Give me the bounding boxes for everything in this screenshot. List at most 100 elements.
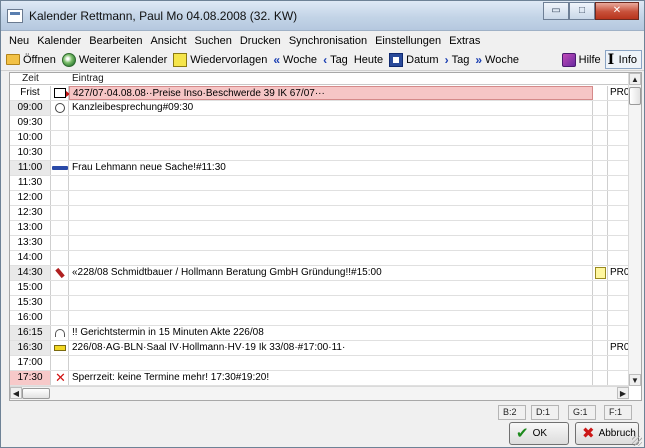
row-entry[interactable]: «228/08 Schmidtbauer / Hollmann Beratung… — [69, 266, 593, 280]
appointment-row[interactable]: 15:30 — [10, 296, 629, 311]
calendar-icon — [173, 52, 188, 67]
appointment-row[interactable]: 10:30 — [10, 146, 629, 161]
row-code — [608, 206, 629, 220]
menu-synchronisation[interactable]: Synchronisation — [285, 35, 371, 47]
appointment-row[interactable]: 14:00 — [10, 251, 629, 266]
day-back-button[interactable]: ‹ Tag — [321, 50, 352, 70]
row-entry[interactable] — [69, 281, 593, 295]
resubmissions-button[interactable]: Wiedervorlagen — [171, 50, 271, 70]
appointment-row[interactable]: 17:30 ✕ Sperrzeit: keine Termine mehr! 17:… — [10, 371, 629, 386]
resize-grip-icon[interactable] — [632, 436, 642, 446]
cancel-button[interactable]: ✖ Abbruch — [575, 422, 639, 445]
row-entry[interactable]: Sperrzeit: keine Termine mehr! 17:30#19:… — [69, 371, 593, 385]
row-entry[interactable]: 427/07·04.08.08··Preise Inso·Beschwerde … — [69, 86, 593, 100]
row-entry[interactable] — [69, 116, 593, 130]
row-entry[interactable] — [69, 236, 593, 250]
row-note-cell — [593, 356, 608, 370]
open-button[interactable]: Öffnen — [4, 50, 60, 70]
row-note-cell — [593, 131, 608, 145]
appointment-row[interactable]: 11:30 — [10, 176, 629, 191]
menu-ansicht[interactable]: Ansicht — [146, 35, 190, 47]
horizontal-scroll-thumb[interactable] — [22, 388, 50, 399]
appointment-row[interactable]: 17:00 — [10, 356, 629, 371]
row-entry[interactable] — [69, 251, 593, 265]
menu-suchen[interactable]: Suchen — [191, 35, 236, 47]
row-entry[interactable] — [69, 206, 593, 220]
appointment-row[interactable]: 12:00 — [10, 191, 629, 206]
red-x-icon: ✖ — [582, 425, 595, 442]
row-entry[interactable] — [69, 131, 593, 145]
appointment-row[interactable]: 13:00 — [10, 221, 629, 236]
row-time: 11:30 — [10, 176, 51, 190]
row-time: 16:30 — [10, 341, 51, 355]
scroll-right-button[interactable]: ▶ — [617, 387, 629, 399]
cancel-label: Abbruch — [598, 428, 636, 439]
row-entry[interactable] — [69, 221, 593, 235]
row-entry[interactable] — [69, 311, 593, 325]
row-note-cell — [593, 251, 608, 265]
ok-button[interactable]: ✔ OK — [509, 422, 569, 445]
scroll-left-button[interactable]: ◀ — [10, 387, 22, 399]
vertical-scroll-thumb[interactable] — [629, 87, 641, 105]
row-entry[interactable]: Frau Lehmann neue Sache!#11:30 — [69, 161, 593, 175]
row-entry[interactable] — [69, 296, 593, 310]
more-calendar-button[interactable]: Weiterer Kalender — [60, 50, 171, 70]
row-note-cell — [593, 206, 608, 220]
menu-neu[interactable]: Neu — [5, 35, 33, 47]
row-time: 10:30 — [10, 146, 51, 160]
appointment-row[interactable]: 11:00 Frau Lehmann neue Sache!#11:30 — [10, 161, 629, 176]
vertical-scrollbar[interactable]: ▲ ▼ — [628, 73, 641, 386]
row-time: 17:30 — [10, 371, 51, 385]
row-code — [608, 101, 629, 115]
row-code: PR0E — [610, 87, 629, 98]
info-button[interactable]: I Info — [604, 50, 642, 69]
date-button[interactable]: Datum — [387, 50, 442, 70]
menu-einstellungen[interactable]: Einstellungen — [371, 35, 445, 47]
row-note-cell — [593, 311, 608, 325]
appointment-row[interactable]: 16:30 226/08·AG·BLN·Saal IV·Hollmann·HV·1… — [10, 341, 629, 356]
row-entry[interactable] — [69, 356, 593, 370]
scroll-down-button[interactable]: ▼ — [629, 374, 641, 386]
toolbar: Öffnen Weiterer Kalender Wiedervorlagen … — [1, 49, 644, 71]
horizontal-scrollbar[interactable]: ◀ ▶ — [10, 386, 629, 400]
row-time: 12:00 — [10, 191, 51, 205]
appointment-row[interactable]: 09:00 Kanzleibesprechung#09:30 — [10, 101, 629, 116]
menu-drucken[interactable]: Drucken — [236, 35, 285, 47]
menu-bearbeiten[interactable]: Bearbeiten — [85, 35, 146, 47]
column-header-time[interactable]: Zeit — [10, 73, 51, 85]
week-back-button[interactable]: « Woche — [271, 50, 321, 70]
appointment-row[interactable]: 09:30 — [10, 116, 629, 131]
title-bar[interactable]: Kalender Rettmann, Paul Mo 04.08.2008 (3… — [1, 1, 644, 31]
maximize-button[interactable]: □ — [569, 2, 595, 20]
menu-kalender[interactable]: Kalender — [33, 35, 85, 47]
row-code — [608, 281, 629, 295]
menu-extras[interactable]: Extras — [445, 35, 484, 47]
row-note-cell — [593, 341, 608, 355]
row-entry[interactable] — [69, 191, 593, 205]
row-entry[interactable]: !! Gerichtstermin in 15 Minuten Akte 226… — [69, 326, 593, 340]
appointment-row[interactable]: 14:30 «228/08 Schmidtbauer / Hollmann Ber… — [10, 266, 629, 281]
note-icon[interactable] — [595, 267, 606, 279]
week-forward-button[interactable]: » Woche — [473, 50, 523, 70]
appointment-row[interactable]: 16:15 !! Gerichtstermin in 15 Minuten Akt… — [10, 326, 629, 341]
appointment-row[interactable]: 10:00 — [10, 131, 629, 146]
minimize-button[interactable]: ▭ — [543, 2, 569, 20]
appointment-row[interactable]: 15:00 — [10, 281, 629, 296]
scroll-up-button[interactable]: ▲ — [629, 73, 641, 85]
row-entry[interactable] — [69, 176, 593, 190]
today-button[interactable]: Heute — [352, 50, 387, 70]
close-button[interactable]: ✕ — [595, 2, 639, 20]
cross-icon: ✕ — [55, 370, 66, 385]
appointment-row[interactable]: 13:30 — [10, 236, 629, 251]
row-entry[interactable]: Kanzleibesprechung#09:30 — [69, 101, 593, 115]
appointment-row[interactable]: 16:00 — [10, 311, 629, 326]
appointment-grid: Zeit Eintrag Frist 427/07·04.08.08··Preis… — [9, 72, 642, 401]
appointment-row[interactable]: 12:30 — [10, 206, 629, 221]
row-entry[interactable]: 226/08·AG·BLN·Saal IV·Hollmann·HV·19 Ik … — [69, 341, 593, 355]
appointment-row[interactable]: Frist 427/07·04.08.08··Preise Inso·Beschw… — [10, 86, 629, 101]
day-forward-button[interactable]: › Tag — [443, 50, 474, 70]
status-d: D:1 — [531, 405, 559, 420]
row-entry[interactable] — [69, 146, 593, 160]
help-button[interactable]: Hilfe — [560, 50, 605, 70]
column-header-entry[interactable]: Eintrag — [72, 73, 104, 85]
